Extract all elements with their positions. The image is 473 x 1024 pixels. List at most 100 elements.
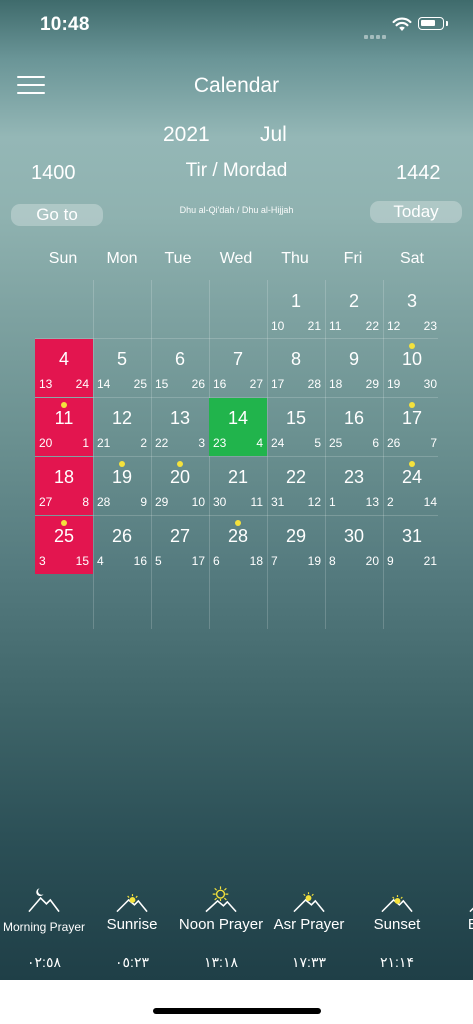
prayer-name: Morning Prayer — [2, 920, 86, 934]
day-number: 12 — [111, 408, 133, 428]
day-number: 6 — [174, 349, 185, 369]
prayer-time: ٢١:١۴ — [380, 954, 414, 970]
status-time: 10:48 — [40, 14, 90, 35]
prayer-time-item[interactable]: Sunrise ٠٥:٢٣ — [87, 884, 177, 970]
calendar-day[interactable]: 6 15 26 — [151, 339, 209, 397]
day-number: 8 — [290, 349, 301, 369]
day-number: 27 — [169, 526, 191, 546]
hijri-date: 6 — [372, 436, 379, 450]
day-number: 28 — [227, 526, 249, 546]
prayer-time-item[interactable]: Sunset ٢١:١۴ — [352, 884, 442, 970]
day-number: 20 — [169, 467, 191, 487]
hijri-date: 4 — [256, 436, 263, 450]
day-number: 29 — [285, 526, 307, 546]
gregorian-year: 2021 — [163, 123, 210, 146]
calendar-day[interactable]: 11 20 1 — [35, 398, 93, 456]
day-number: 31 — [401, 526, 423, 546]
sunset-mountain-icon — [381, 895, 413, 913]
battery-icon — [418, 17, 444, 30]
calendar-day[interactable]: 2 11 22 — [325, 281, 383, 339]
cellular-signal-icon — [364, 26, 388, 39]
calendar-day[interactable]: 25 3 15 — [35, 516, 93, 574]
hijri-date: 28 — [307, 377, 321, 391]
persian-date: 26 — [387, 436, 401, 450]
prayer-name: Asr Prayer — [273, 916, 345, 933]
hijri-date: 18 — [249, 554, 263, 568]
hijri-date: 21 — [307, 319, 321, 333]
gregorian-month: Jul — [260, 123, 287, 146]
calendar-day[interactable]: 22 31 12 — [267, 457, 325, 515]
calendar-day[interactable]: 30 8 20 — [325, 516, 383, 574]
calendar-day[interactable]: 31 9 21 — [383, 516, 441, 574]
hijri-date: 14 — [423, 495, 437, 509]
calendar-day[interactable]: 24 2 14 — [383, 457, 441, 515]
prayer-time-item[interactable]: Noon Prayer ١٣:١٨ — [176, 884, 266, 970]
prayer-time-item[interactable]: Morning Prayer ٠٢:٥٨ — [0, 884, 89, 970]
hijri-date: 22 — [365, 319, 379, 333]
calendar-day[interactable]: 17 26 7 — [383, 398, 441, 456]
calendar-day[interactable]: 29 7 19 — [267, 516, 325, 574]
persian-date: 6 — [213, 554, 220, 568]
day-number: 3 — [406, 291, 417, 311]
calendar-day[interactable]: 26 4 16 — [93, 516, 151, 574]
calendar-day[interactable]: 28 6 18 — [209, 516, 267, 574]
persian-date: 2 — [387, 495, 394, 509]
hijri-date: 15 — [75, 554, 89, 568]
calendar-day[interactable]: 1 10 21 — [267, 281, 325, 339]
calendar-day[interactable]: 4 13 24 — [35, 339, 93, 397]
persian-date: 7 — [271, 554, 278, 568]
afternoon-mountain-icon — [293, 892, 325, 913]
prayer-time-item[interactable]: Asr Prayer ١٧:٣٣ — [264, 884, 354, 970]
calendar-day[interactable]: 9 18 29 — [325, 339, 383, 397]
prayer-time: ١٧:٣٣ — [292, 954, 326, 970]
persian-date: 25 — [329, 436, 343, 450]
day-number: 13 — [169, 408, 191, 428]
calendar-day[interactable]: 15 24 5 — [267, 398, 325, 456]
calendar-day[interactable]: 20 29 10 — [151, 457, 209, 515]
calendar-day[interactable]: 21 30 11 — [209, 457, 267, 515]
day-number: 7 — [232, 349, 243, 369]
hijri-date: 3 — [198, 436, 205, 450]
home-indicator[interactable] — [153, 1008, 321, 1014]
calendar-day[interactable]: 14 23 4 — [209, 398, 267, 456]
prayer-time: ٠٥:٢٣ — [115, 954, 149, 970]
persian-date: 27 — [39, 495, 53, 509]
persian-date: 31 — [271, 495, 285, 509]
page-title: Calendar — [193, 74, 280, 97]
day-number: 16 — [343, 408, 365, 428]
day-number: 23 — [343, 467, 365, 487]
hijri-date: 13 — [365, 495, 379, 509]
hijri-date: 16 — [133, 554, 147, 568]
calendar-day[interactable]: 7 16 27 — [209, 339, 267, 397]
prayer-time-item[interactable]: Even٢ — [440, 884, 473, 933]
calendar-day[interactable]: 18 27 8 — [35, 457, 93, 515]
calendar-day[interactable]: 13 22 3 — [151, 398, 209, 456]
go-to-button[interactable]: Go to — [11, 204, 103, 226]
day-number: 18 — [53, 467, 75, 487]
persian-date: 1 — [329, 495, 336, 509]
persian-date: 9 — [387, 554, 394, 568]
calendar-day[interactable]: 27 5 17 — [151, 516, 209, 574]
calendar-day[interactable]: 12 21 2 — [93, 398, 151, 456]
calendar-day[interactable]: 8 17 28 — [267, 339, 325, 397]
hijri-date: 9 — [140, 495, 147, 509]
prayer-name: Sunrise — [106, 916, 158, 933]
persian-date: 10 — [271, 319, 285, 333]
calendar-day[interactable]: 23 1 13 — [325, 457, 383, 515]
calendar-day[interactable]: 3 12 23 — [383, 281, 441, 339]
today-button[interactable]: Today — [370, 201, 462, 223]
persian-date: 14 — [97, 377, 111, 391]
weekday-mon: Mon — [106, 250, 138, 267]
persian-date: 20 — [39, 436, 53, 450]
calendar-day[interactable]: 16 25 6 — [325, 398, 383, 456]
weekday-wed: Wed — [219, 250, 253, 267]
day-number: 26 — [111, 526, 133, 546]
hijri-date: 29 — [365, 377, 379, 391]
persian-date: 28 — [97, 495, 111, 509]
hijri-date: 17 — [191, 554, 205, 568]
calendar-day[interactable]: 10 19 30 — [383, 339, 441, 397]
calendar-day[interactable]: 5 14 25 — [93, 339, 151, 397]
evening-mountain-icon — [469, 907, 473, 913]
day-number: 24 — [401, 467, 423, 487]
calendar-day[interactable]: 19 28 9 — [93, 457, 151, 515]
